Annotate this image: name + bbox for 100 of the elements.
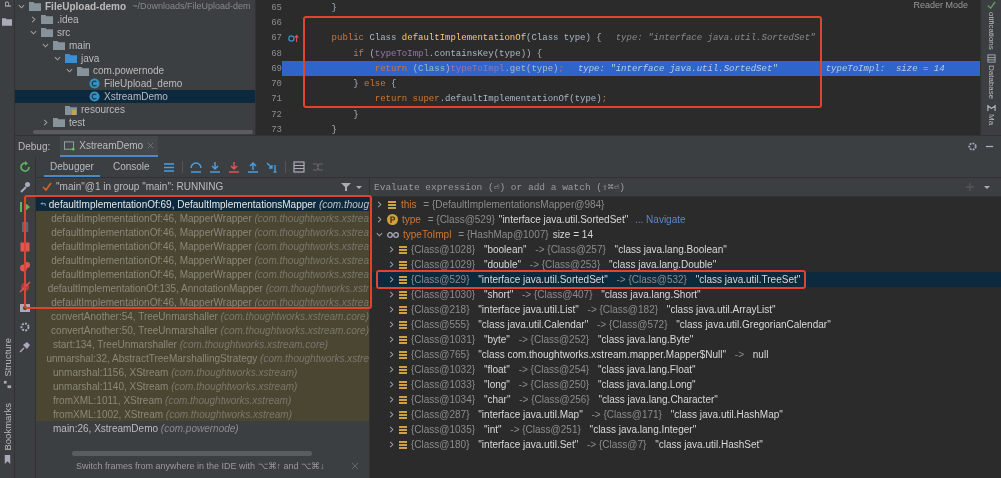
chevron-icon[interactable] xyxy=(42,41,49,49)
step-out-icon[interactable] xyxy=(246,161,259,173)
map-entry-row[interactable]: {Class@1030} "short" -> {Class@407} "class java.lang.Short" xyxy=(370,287,1001,302)
step-into-icon[interactable] xyxy=(208,161,221,173)
session-tab[interactable]: XstreamDemo xyxy=(60,136,159,157)
wrench-icon[interactable] xyxy=(19,181,31,193)
debugger-tab[interactable]: Console xyxy=(106,157,156,177)
chevron-icon[interactable] xyxy=(376,216,383,223)
override-icon[interactable] xyxy=(288,33,300,43)
map-entry-row[interactable]: {Class@180} "interface java.util.Set" -> {Class@7} "class java.util.HashSet" xyxy=(370,437,1001,452)
tool-window-button[interactable]: Ma xyxy=(986,114,996,126)
chevron-icon[interactable] xyxy=(388,396,395,403)
tree-item[interactable]: resources xyxy=(15,103,255,116)
caret-icon[interactable] xyxy=(983,183,991,191)
thread-selector[interactable]: "main"@1 in group "main": RUNNING xyxy=(56,181,337,192)
debugger-tab[interactable]: Debugger xyxy=(44,157,100,177)
tool-window-button[interactable]: Database xyxy=(986,64,996,100)
code-line: if (typeToImpl.containsKey(type)) { xyxy=(352,48,543,59)
pause-icon[interactable] xyxy=(19,221,31,233)
chevron-icon[interactable] xyxy=(388,351,395,358)
panel-title: Debug: xyxy=(18,141,51,152)
inline-value-hint: typeToImpl: size = 14 xyxy=(825,63,945,74)
chevron-icon[interactable] xyxy=(388,441,395,448)
field-icon xyxy=(398,304,408,315)
run-to-cursor-icon[interactable] xyxy=(265,161,278,173)
variable-row[interactable]: this = {DefaultImplementationsMapper@984} xyxy=(370,197,1001,212)
map-entry-row[interactable]: {Class@1035} "int" -> {Class@251} "class java.lang.Integer" xyxy=(370,422,1001,437)
tree-item[interactable]: com.powernode xyxy=(15,64,255,78)
map-entry-row[interactable]: {Class@765} "class com.thoughtworks.xstream.mapper.Mapper$Null" -> null xyxy=(370,347,1001,362)
tree-item[interactable]: .idea xyxy=(15,12,255,26)
chevron-icon[interactable] xyxy=(66,67,73,75)
chevron-icon[interactable] xyxy=(388,426,395,433)
mute-breakpoints-icon[interactable] xyxy=(19,281,31,293)
stop-icon[interactable] xyxy=(19,241,31,253)
map-entry-row[interactable]: {Class@1029} "double" -> {Class@253} "class java.lang.Double" xyxy=(370,257,1001,272)
code-line: } xyxy=(330,125,337,135)
chevron-icon[interactable] xyxy=(388,411,395,418)
tree-item[interactable]: main xyxy=(15,38,255,52)
field-icon xyxy=(398,364,408,375)
chevron-icon[interactable] xyxy=(388,246,395,253)
chevron-icon[interactable] xyxy=(388,381,395,388)
map-entry-row[interactable]: {Class@218} "interface java.util.List" -> {Class@182} "class java.util.ArrayList" xyxy=(370,302,1001,317)
parameter-icon xyxy=(387,214,398,225)
chevron-icon[interactable] xyxy=(388,276,395,283)
tree-item[interactable]: java xyxy=(15,51,255,65)
pin-icon[interactable] xyxy=(19,341,31,353)
map-entry-row[interactable]: {Class@287} "interface java.util.Map" -> {Class@171} "class java.util.HashMap" xyxy=(370,407,1001,422)
chevron-icon[interactable] xyxy=(388,261,395,268)
tree-item[interactable]: FileUpload_demo xyxy=(15,77,255,91)
tree-item[interactable]: FileUpload-demo ~/Downloads/FileUpload-dem xyxy=(15,0,255,13)
step-over-icon[interactable] xyxy=(189,161,202,173)
chevron-icon[interactable] xyxy=(54,54,61,62)
tree-item[interactable]: src xyxy=(15,25,255,39)
code-line: } xyxy=(352,109,359,120)
chevron-icon[interactable] xyxy=(30,28,37,36)
force-step-into-icon[interactable] xyxy=(227,161,240,173)
variable-row[interactable]: typeToImpl = {HashMap@1007} size = 14 xyxy=(370,227,1001,242)
field-icon xyxy=(398,274,408,285)
tool-window-button[interactable]: Bookmarks xyxy=(1,403,13,451)
chevron-icon[interactable] xyxy=(388,321,395,328)
stack-frame[interactable]: defaultImplementationOf:69, DefaultImplementationsMapper (com.thoug xyxy=(36,197,369,211)
scrollbar[interactable] xyxy=(72,451,312,456)
chevron-icon[interactable] xyxy=(376,231,383,238)
rerun-icon[interactable] xyxy=(19,161,31,173)
map-entry-row[interactable]: {Class@1031} "byte" -> {Class@252} "class java.lang.Byte" xyxy=(370,332,1001,347)
table-icon[interactable] xyxy=(292,161,305,173)
chevron-icon[interactable] xyxy=(376,201,383,208)
breakpoints-icon[interactable] xyxy=(19,261,31,273)
chevron-icon[interactable] xyxy=(388,306,395,313)
folder-icon[interactable] xyxy=(2,17,12,27)
settings-icon[interactable] xyxy=(19,321,31,333)
map-entry-row[interactable]: {Class@529} "interface java.util.SortedSet" -> {Class@532} "class java.util.TreeSet" xyxy=(370,272,1001,287)
chevron-icon[interactable] xyxy=(30,15,37,23)
evaluate-field[interactable]: Evaluate expression (⏎) or add a watch (⇧⌘⏎) xyxy=(370,178,1001,197)
resume-icon[interactable] xyxy=(19,201,31,213)
tree-item[interactable]: test xyxy=(15,116,255,129)
camera-icon[interactable] xyxy=(19,301,31,313)
evaluate-input[interactable]: Evaluate expression (⏎) or add a watch (⇧⌘⏎) xyxy=(370,180,957,194)
chevron-icon[interactable] xyxy=(388,366,395,373)
filter-icon[interactable] xyxy=(341,181,351,192)
chevron-icon[interactable] xyxy=(42,118,49,126)
bookmark-icon xyxy=(2,455,12,464)
tree-item[interactable]: XstreamDemo xyxy=(15,90,255,104)
map-entry-row[interactable]: {Class@1034} "char" -> {Class@256} "class java.lang.Character" xyxy=(370,392,1001,407)
settings-icon[interactable] xyxy=(967,141,978,152)
chevron-icon[interactable] xyxy=(18,2,25,10)
reader-mode-link[interactable]: Reader Mode xyxy=(913,0,968,10)
map-entry-row[interactable]: {Class@1032} "float" -> {Class@254} "class java.lang.Float" xyxy=(370,362,1001,377)
map-entry-row[interactable]: {Class@1033} "long" -> {Class@250} "class java.lang.Long" xyxy=(370,377,1001,392)
code-line: public Class defaultImplementationOf(Class type) { xyxy=(330,33,602,44)
stack-frame[interactable]: main:26, XstreamDemo (com.powernode) xyxy=(36,421,369,435)
variable-row[interactable]: type = {Class@529} "interface java.util.SortedSet" ... Navigate xyxy=(370,212,1001,227)
tool-window-button[interactable]: Structure xyxy=(1,337,13,377)
chevron-icon[interactable] xyxy=(388,291,395,298)
tool-window-button[interactable]: otifications xyxy=(986,12,996,50)
map-entry-row[interactable]: {Class@555} "class java.util.Calendar" -> {Class@572} "class java.util.GregorianCalendar" xyxy=(370,317,1001,332)
chevron-icon[interactable] xyxy=(388,336,395,343)
tool-window-label[interactable]: P xyxy=(1,1,13,8)
menu-icon[interactable] xyxy=(162,161,175,173)
map-entry-row[interactable]: {Class@1028} "boolean" -> {Class@257} "class java.lang.Boolean" xyxy=(370,242,1001,257)
